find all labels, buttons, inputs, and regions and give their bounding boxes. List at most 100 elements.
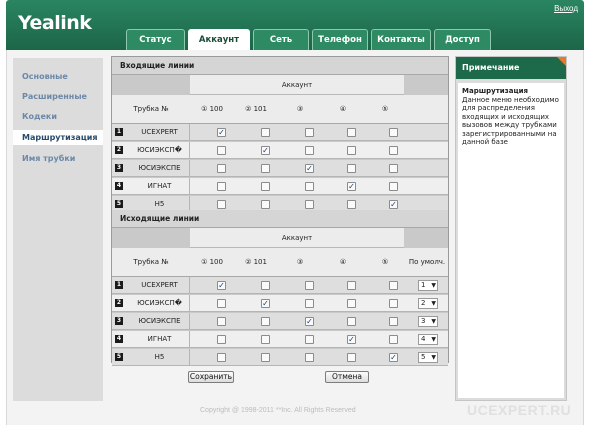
routing-table: Входящие линии Аккаунт Трубка № ① 100 ② … <box>111 56 449 366</box>
save-button[interactable]: Сохранить <box>188 371 234 383</box>
incoming-account-1-checkbox[interactable] <box>217 182 226 191</box>
outgoing-account-2-checkbox[interactable]: ✓ <box>261 299 270 308</box>
incoming-account-2-checkbox[interactable] <box>261 128 270 137</box>
handset-number-badge: 2 <box>115 299 123 307</box>
outgoing-account-5-checkbox[interactable] <box>389 317 398 326</box>
outgoing-account-4-checkbox[interactable] <box>347 299 356 308</box>
outgoing-col-1: ① 100 <box>201 258 223 266</box>
note-panel: Примечание Маршрутизация Данное меню нео… <box>455 56 567 401</box>
default-line-select[interactable]: 2 ▼ <box>418 298 438 309</box>
outgoing-account-2-checkbox[interactable] <box>261 335 270 344</box>
incoming-account-2-checkbox[interactable] <box>261 200 270 209</box>
incoming-lines-heading: Входящие линии <box>112 57 448 75</box>
default-line-value: 1 <box>421 281 426 289</box>
handset-name: ИГНАТ <box>130 178 190 195</box>
tab-contacts[interactable]: Контакты <box>371 29 431 50</box>
outgoing-account-3-checkbox[interactable] <box>305 353 314 362</box>
sidebar-item-advanced[interactable]: Расширенные <box>13 89 103 104</box>
outgoing-account-3-checkbox[interactable] <box>305 299 314 308</box>
default-line-select[interactable]: 5 ▼ <box>418 352 438 363</box>
sidebar-item-routing[interactable]: Маршрутизация <box>13 130 103 145</box>
incoming-account-5-checkbox[interactable] <box>389 128 398 137</box>
incoming-row: 4 ИГНАТ ✓ <box>112 178 448 195</box>
tab-account[interactable]: Аккаунт <box>188 29 250 50</box>
incoming-account-1-checkbox[interactable] <box>217 164 226 173</box>
chevron-down-icon: ▼ <box>431 336 436 343</box>
tab-status[interactable]: Статус <box>126 29 185 50</box>
incoming-account-3-checkbox[interactable] <box>305 146 314 155</box>
incoming-account-4-checkbox[interactable]: ✓ <box>347 182 356 191</box>
incoming-handset-header: Трубка № <box>133 105 169 113</box>
outgoing-col-4: ④ <box>339 258 347 266</box>
outgoing-account-3-checkbox[interactable] <box>305 335 314 344</box>
tab-network[interactable]: Сеть <box>253 29 309 50</box>
default-line-select[interactable]: 1 ▼ <box>418 280 438 291</box>
outgoing-account-3-checkbox[interactable]: ✓ <box>305 317 314 326</box>
incoming-account-3-checkbox[interactable] <box>305 200 314 209</box>
incoming-account-5-checkbox[interactable] <box>389 146 398 155</box>
outgoing-account-4-checkbox[interactable]: ✓ <box>347 335 356 344</box>
outgoing-account-1-checkbox[interactable] <box>217 317 226 326</box>
default-line-value: 5 <box>421 353 426 361</box>
incoming-account-2-checkbox[interactable]: ✓ <box>261 146 270 155</box>
outgoing-account-4-checkbox[interactable] <box>347 281 356 290</box>
handset-number-badge: 4 <box>115 182 123 190</box>
handset-number-badge: 3 <box>115 317 123 325</box>
incoming-account-5-checkbox[interactable]: ✓ <box>389 200 398 209</box>
incoming-account-3-checkbox[interactable]: ✓ <box>305 164 314 173</box>
outgoing-account-2-checkbox[interactable] <box>261 317 270 326</box>
incoming-account-4-checkbox[interactable] <box>347 128 356 137</box>
incoming-account-5-checkbox[interactable] <box>389 182 398 191</box>
outgoing-col-5: ⑤ <box>381 258 389 266</box>
incoming-account-1-checkbox[interactable] <box>217 200 226 209</box>
outgoing-account-4-checkbox[interactable] <box>347 353 356 362</box>
outgoing-account-5-checkbox[interactable] <box>389 299 398 308</box>
outgoing-account-1-checkbox[interactable] <box>217 335 226 344</box>
tab-phone[interactable]: Телефон <box>312 29 368 50</box>
outgoing-account-5-checkbox[interactable] <box>389 281 398 290</box>
incoming-account-4-checkbox[interactable] <box>347 200 356 209</box>
outgoing-row: 4 ИГНАТ ✓ 4 ▼ <box>112 331 448 348</box>
default-line-select[interactable]: 3 ▼ <box>418 316 438 327</box>
incoming-account-4-checkbox[interactable] <box>347 146 356 155</box>
chevron-down-icon: ▼ <box>431 300 436 307</box>
handset-number-badge: 1 <box>115 128 123 136</box>
cancel-button[interactable]: Отмена <box>325 371 369 383</box>
outgoing-account-5-checkbox[interactable]: ✓ <box>389 353 398 362</box>
incoming-account-4-checkbox[interactable] <box>347 164 356 173</box>
outgoing-account-1-checkbox[interactable] <box>217 353 226 362</box>
default-line-value: 4 <box>421 335 426 343</box>
outgoing-account-2-checkbox[interactable] <box>261 281 270 290</box>
handset-name: ЮСИЭКСПЕ <box>130 160 190 177</box>
handset-number-badge: 3 <box>115 164 123 172</box>
outgoing-account-3-checkbox[interactable] <box>305 281 314 290</box>
incoming-col-3: ③ <box>296 105 304 113</box>
incoming-col-2: ② 101 <box>245 105 267 113</box>
sidebar-item-basic[interactable]: Основные <box>13 69 103 84</box>
sidebar-item-handset-name[interactable]: Имя трубки <box>13 151 103 166</box>
incoming-account-heading: Аккаунт <box>190 75 404 95</box>
incoming-account-2-checkbox[interactable] <box>261 182 270 191</box>
incoming-account-2-checkbox[interactable] <box>261 164 270 173</box>
yealink-logo: Yealink <box>18 12 92 34</box>
incoming-account-5-checkbox[interactable] <box>389 164 398 173</box>
top-header: Yealink Выход Статус Аккаунт Сеть Телефо… <box>6 0 584 50</box>
outgoing-account-1-checkbox[interactable]: ✓ <box>217 281 226 290</box>
outgoing-account-5-checkbox[interactable] <box>389 335 398 344</box>
outgoing-account-1-checkbox[interactable] <box>217 299 226 308</box>
handset-name: ЮСИЭКСП� <box>130 295 190 312</box>
incoming-account-3-checkbox[interactable] <box>305 182 314 191</box>
incoming-account-1-checkbox[interactable] <box>217 146 226 155</box>
logout-link[interactable]: Выход <box>554 4 578 13</box>
outgoing-account-4-checkbox[interactable] <box>347 317 356 326</box>
incoming-account-1-checkbox[interactable]: ✓ <box>217 128 226 137</box>
default-line-select[interactable]: 4 ▼ <box>418 334 438 345</box>
tab-access[interactable]: Доступ <box>434 29 491 50</box>
handset-name: ЮСИЭКСП� <box>130 142 190 159</box>
sidebar-item-codecs[interactable]: Кодеки <box>13 109 103 124</box>
incoming-account-3-checkbox[interactable] <box>305 128 314 137</box>
handset-name: H5 <box>130 349 190 366</box>
incoming-column-header: Трубка № ① 100 ② 101 ③ ④ ⑤ <box>112 95 448 124</box>
outgoing-account-2-checkbox[interactable] <box>261 353 270 362</box>
outgoing-handset-header: Трубка № <box>133 258 169 266</box>
